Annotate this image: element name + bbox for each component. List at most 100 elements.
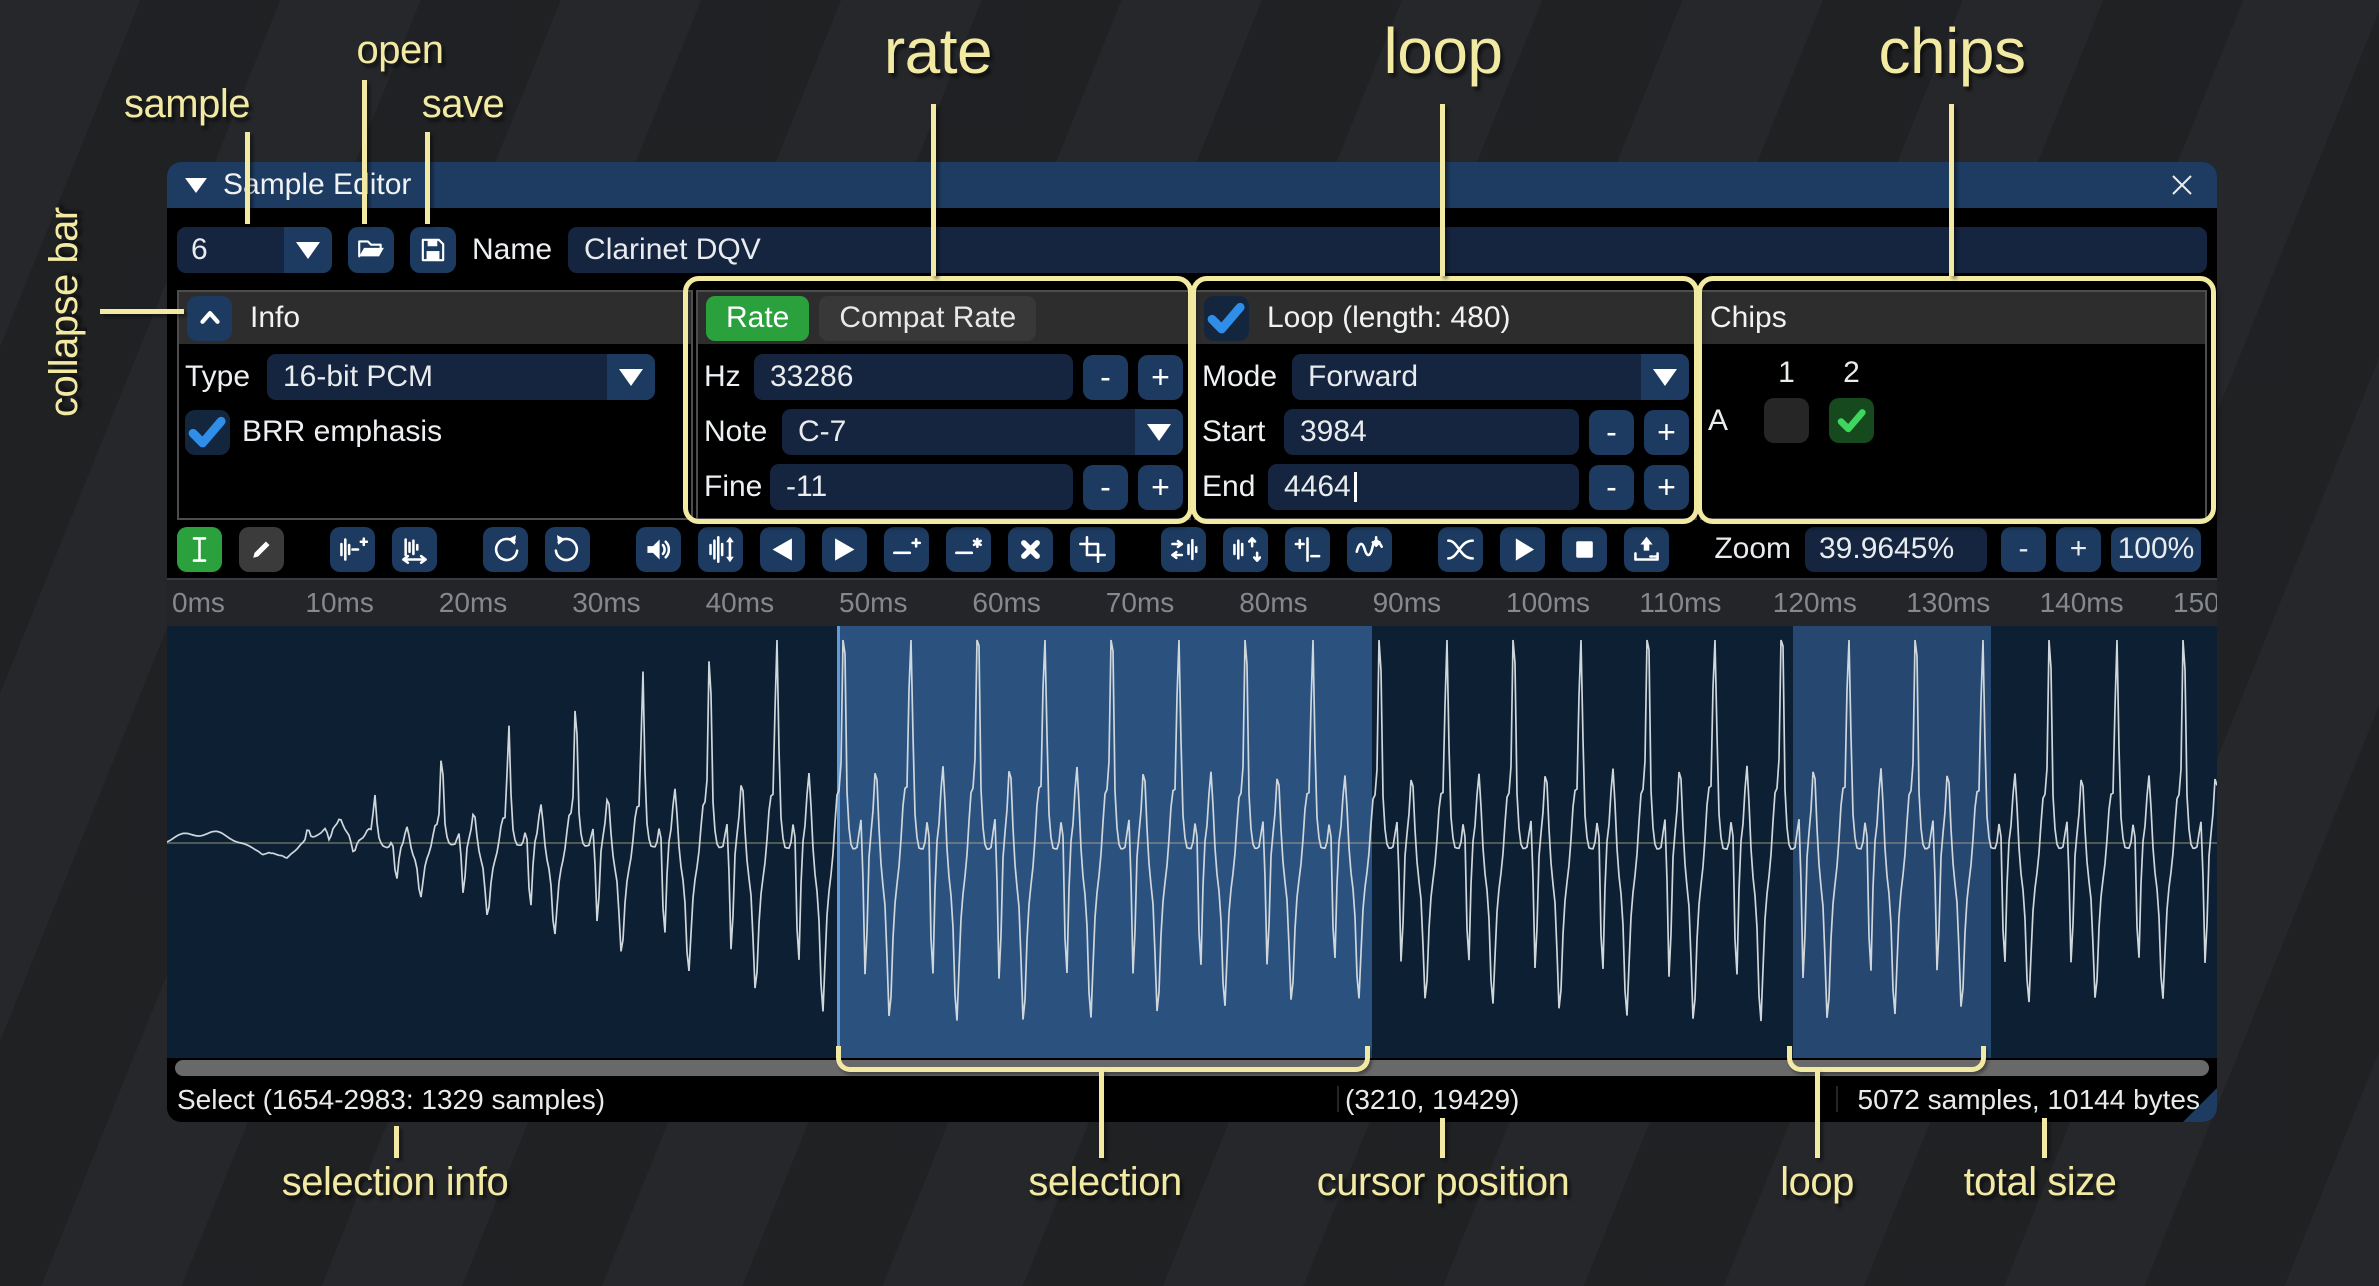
brr-emphasis-checkbox[interactable] xyxy=(185,410,230,455)
filter-button[interactable] xyxy=(1347,527,1392,572)
apply-silence-button[interactable] xyxy=(946,527,991,572)
annotation-line-selection-info xyxy=(394,1126,399,1158)
annotation-cursor-position: cursor position xyxy=(1293,1160,1593,1205)
chip-1-checkbox[interactable] xyxy=(1764,398,1809,443)
zoom-input[interactable]: 39.9645% xyxy=(1805,527,1987,572)
timeline-tick: 80ms xyxy=(1239,587,1307,619)
trim-button[interactable] xyxy=(1070,527,1115,572)
desktop-background: Sample Editor 6 Name Clarine xyxy=(0,0,2379,1286)
cursor-position-text: (3210, 19429) xyxy=(1345,1084,1519,1116)
hz-increase-button[interactable]: + xyxy=(1138,355,1183,400)
check-icon xyxy=(1835,404,1869,438)
undo-button[interactable] xyxy=(483,527,528,572)
hz-input[interactable]: 33286 xyxy=(754,354,1073,400)
resample-button[interactable] xyxy=(330,527,375,572)
loop-end-decrease-button[interactable]: - xyxy=(1589,465,1634,510)
invert-button[interactable] xyxy=(1223,527,1268,572)
chips-panel-title: Chips xyxy=(1710,301,1787,335)
preview-button[interactable] xyxy=(1500,527,1545,572)
waveform-view[interactable] xyxy=(167,626,2217,1058)
loop-start-increase-button[interactable]: + xyxy=(1644,410,1689,455)
loop-panel-header: Loop (length: 480) xyxy=(1196,292,1695,344)
zoom-cluster: Zoom 39.9645% - + 100% xyxy=(1714,527,2201,572)
pencil-icon xyxy=(246,534,277,565)
scrollbar-thumb[interactable] xyxy=(175,1060,2209,1076)
chevron-down-icon[interactable] xyxy=(284,227,332,273)
loop-enable-checkbox[interactable] xyxy=(1204,296,1249,341)
hz-decrease-button[interactable]: - xyxy=(1083,355,1128,400)
fade_out-icon xyxy=(829,534,860,565)
rate-panel: Rate Compat Rate Hz 33286 - + Note C-7 xyxy=(696,290,1191,520)
wave_resize-icon xyxy=(399,534,430,565)
zoom-reset-button[interactable]: 100% xyxy=(2111,527,2201,572)
status-divider xyxy=(1836,1086,1838,1112)
annotation-line-cursor-position xyxy=(1440,1118,1445,1158)
sample-number-combo[interactable]: 6 xyxy=(177,227,332,273)
speaker-icon xyxy=(643,534,674,565)
redo-button[interactable] xyxy=(545,527,590,572)
hz-label: Hz xyxy=(704,360,754,394)
zoom-value: 39.9645% xyxy=(1819,532,1954,566)
close-button[interactable] xyxy=(2165,168,2199,202)
selection-info-text: Select (1654-2983: 1329 samples) xyxy=(177,1084,605,1116)
loop-mode-dropdown[interactable]: Forward xyxy=(1292,354,1689,400)
normalize-button[interactable] xyxy=(698,527,743,572)
name-input[interactable]: Clarinet DQV xyxy=(568,227,2207,273)
window-collapse-icon[interactable] xyxy=(185,178,207,193)
zoom-in-button[interactable]: + xyxy=(2056,527,2101,572)
annotation-open: open xyxy=(300,28,500,73)
chip-row-label: A xyxy=(1708,404,1764,438)
loop-end-increase-button[interactable]: + xyxy=(1644,465,1689,510)
tab-rate[interactable]: Rate xyxy=(706,296,809,341)
amplify-button[interactable] xyxy=(636,527,681,572)
reverse-icon xyxy=(1168,534,1199,565)
fine-increase-button[interactable]: + xyxy=(1138,465,1183,510)
reverse-button[interactable] xyxy=(1161,527,1206,572)
loop-end-input[interactable]: 4464 xyxy=(1268,464,1579,510)
fade-in-button[interactable] xyxy=(760,527,805,572)
insert-silence-button[interactable] xyxy=(884,527,929,572)
select-tool-button[interactable] xyxy=(177,527,222,572)
timeline-tick: 0ms xyxy=(172,587,225,619)
collapse-panel-button[interactable] xyxy=(187,296,232,341)
tab-compat-rate[interactable]: Compat Rate xyxy=(819,296,1036,341)
fade_in-icon xyxy=(767,534,798,565)
loop-start-input[interactable]: 3984 xyxy=(1284,409,1579,455)
annotation-selection-info: selection info xyxy=(245,1160,545,1205)
stop-icon xyxy=(1569,534,1600,565)
chip-2-checkbox[interactable] xyxy=(1829,398,1874,443)
line_star-icon xyxy=(953,534,984,565)
type-value: 16-bit PCM xyxy=(267,354,607,400)
type-dropdown[interactable]: 16-bit PCM xyxy=(267,354,655,400)
zoom-out-button[interactable]: - xyxy=(2001,527,2046,572)
name-value: Clarinet DQV xyxy=(584,233,761,267)
loop-start-decrease-button[interactable]: - xyxy=(1589,410,1634,455)
draw-tool-button[interactable] xyxy=(239,527,284,572)
fine-decrease-button[interactable]: - xyxy=(1083,465,1128,510)
make-instrument-button[interactable] xyxy=(1624,527,1669,572)
window-titlebar[interactable]: Sample Editor xyxy=(167,162,2217,208)
save-sample-button[interactable] xyxy=(410,227,456,273)
sign-invert-button[interactable] xyxy=(1285,527,1330,572)
horizontal-scrollbar[interactable] xyxy=(167,1058,2217,1078)
open-sample-button[interactable] xyxy=(348,227,394,273)
chips-grid: 12A xyxy=(1702,344,2205,443)
chips-panel: Chips 12A xyxy=(1700,290,2207,520)
sample-number-value: 6 xyxy=(177,227,284,273)
line_plus-icon xyxy=(891,534,922,565)
fine-input[interactable]: -11 xyxy=(770,464,1073,510)
export-icon xyxy=(1631,534,1662,565)
delete-button[interactable] xyxy=(1008,527,1053,572)
total-size-text: 5072 samples, 10144 bytes xyxy=(1858,1084,2200,1116)
fade-out-button[interactable] xyxy=(822,527,867,572)
stop-preview-button[interactable] xyxy=(1562,527,1607,572)
resize-grip[interactable] xyxy=(2183,1088,2217,1122)
note-dropdown[interactable]: C-7 xyxy=(782,409,1183,455)
note-label: Note xyxy=(704,415,782,449)
timeline-ruler[interactable]: 0ms10ms20ms30ms40ms50ms60ms70ms80ms90ms1… xyxy=(167,580,2217,626)
crossfade-button[interactable] xyxy=(1438,527,1483,572)
info-panel: Info Type 16-bit PCM BRR emph xyxy=(177,290,693,520)
property-panels: Info Type 16-bit PCM BRR emph xyxy=(177,290,2207,520)
resize-button[interactable] xyxy=(392,527,437,572)
undo-icon xyxy=(490,534,521,565)
